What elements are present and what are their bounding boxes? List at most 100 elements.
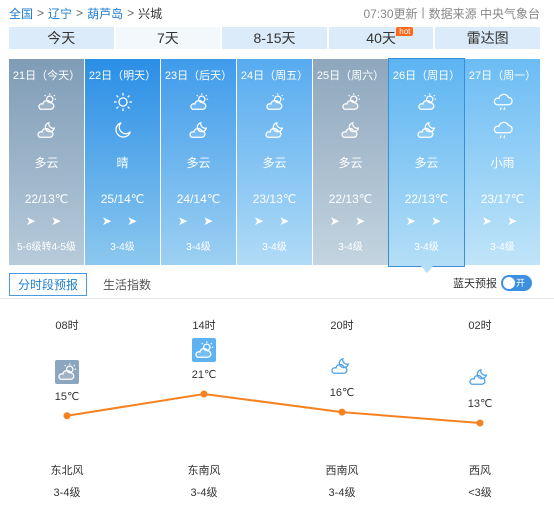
tab-40days[interactable]: 40天 hot — [328, 27, 436, 49]
hour-time: 14时 — [192, 320, 216, 332]
sun-icon — [112, 92, 134, 112]
breadcrumb: 全国 > 辽宁 > 葫芦岛 > 兴城 — [9, 5, 162, 22]
hour-time: 08时 — [55, 320, 79, 332]
day-temperature: 23/13℃ — [252, 192, 297, 206]
day-card[interactable]: 23日（后天） 多云 24/14℃ ➤ ➤ 3-4级 — [161, 59, 236, 265]
partly-cloudy-night-icon — [36, 120, 58, 140]
hour-wind-level: <3级 — [468, 487, 492, 499]
blue-sky-label: 蓝天预报 — [453, 278, 497, 290]
wind-direction-icon: ➤ ➤ — [101, 214, 144, 228]
hour-wind-direction: 西风 — [469, 465, 491, 477]
hour-wind-level: 3-4级 — [328, 487, 356, 499]
sub-tabs: 分时段预报 生活指数 蓝天预报 开 — [9, 272, 540, 296]
day-card[interactable]: 26日（周日） 多云 22/13℃ ➤ ➤ 3-4级 — [388, 58, 465, 273]
breadcrumb-district: 兴城 — [138, 6, 163, 21]
day-condition: 晴 — [116, 156, 129, 170]
data-source: 数据来源 中央气象台 — [428, 6, 540, 21]
tab-hourly-forecast[interactable]: 分时段预报 — [9, 272, 88, 296]
partly-cloudy-night-icon — [340, 120, 362, 140]
update-time: 07:30更新 — [363, 6, 418, 21]
tab-label: 40天 — [366, 30, 396, 46]
day-temperature: 22/13℃ — [328, 192, 373, 206]
temperature-line — [66, 392, 481, 424]
day-condition: 多云 — [338, 156, 363, 170]
temperature-point — [476, 419, 484, 427]
wind-direction-icon: ➤ ➤ — [25, 214, 68, 228]
tab-label: 今天 — [47, 30, 76, 46]
wind-direction-icon: ➤ ➤ — [329, 214, 372, 228]
hour-temperature: 16℃ — [329, 387, 355, 400]
moon-icon — [112, 120, 134, 140]
partly-cloudy-icon — [192, 338, 216, 362]
partly-cloudy-night-icon — [416, 120, 438, 140]
tab-today[interactable]: 今天 — [9, 27, 116, 49]
day-date: 23日（后天） — [164, 70, 233, 82]
tab-7days[interactable]: 7天 — [115, 27, 223, 49]
hour-temperature: 15℃ — [54, 390, 80, 403]
day-condition: 多云 — [34, 156, 59, 170]
hour-wind-level: 3-4级 — [53, 487, 81, 499]
tab-label: 7天 — [156, 30, 179, 46]
breadcrumb-separator: > — [37, 6, 45, 20]
partly-cloudy-icon — [188, 92, 210, 112]
tab-radar[interactable]: 雷达图 — [435, 27, 540, 49]
light-rain-icon — [492, 120, 514, 140]
day-card[interactable]: 25日（周六） 多云 22/13℃ ➤ ➤ 3-4级 — [313, 59, 388, 265]
tab-8-15days[interactable]: 8-15天 — [222, 27, 329, 49]
day-temperature: 23/17℃ — [480, 192, 525, 206]
day-wind-level: 5-6级转4-5级 — [17, 242, 76, 253]
day-wind-level: 3-4级 — [262, 242, 287, 253]
breadcrumb-province-link[interactable]: 辽宁 — [48, 5, 72, 22]
day-wind-level: 3-4级 — [490, 242, 515, 253]
day-card[interactable]: 24日（周五） 多云 23/13℃ ➤ ➤ 3-4级 — [237, 59, 312, 265]
day-wind-level: 3-4级 — [186, 242, 211, 253]
hour-wind-direction: 西南风 — [325, 465, 359, 477]
hour-time: 02时 — [468, 320, 492, 332]
breadcrumb-separator: > — [127, 6, 135, 20]
partly-cloudy-icon — [340, 92, 362, 112]
hour-temperature: 21℃ — [191, 369, 217, 381]
tab-life-index[interactable]: 生活指数 — [95, 274, 159, 295]
day-date: 24日（周五） — [240, 70, 309, 82]
hour-wind-level: 3-4级 — [190, 487, 218, 499]
meta-divider: | — [421, 4, 425, 19]
temperature-point — [63, 412, 71, 420]
hot-badge: hot — [396, 27, 414, 36]
breadcrumb-city-link[interactable]: 葫芦岛 — [87, 5, 123, 22]
forecast-tabs: 今天 7天 8-15天 40天 hot 雷达图 — [9, 27, 540, 49]
toggle-label: 开 — [516, 278, 526, 288]
temperature-point — [338, 408, 346, 416]
tab-label: 8-15天 — [253, 30, 296, 46]
day-wind-level: 3-4级 — [414, 242, 439, 253]
partly-cloudy-icon — [416, 92, 438, 112]
day-card[interactable]: 27日（周一） 小雨 23/17℃ ➤ ➤ 3-4级 — [465, 59, 540, 265]
blue-sky-toggle[interactable]: 开 — [501, 275, 532, 291]
day-temperature: 24/14℃ — [176, 192, 221, 206]
wind-direction-icon: ➤ ➤ — [253, 214, 296, 228]
day-condition: 多云 — [186, 156, 211, 170]
partly-cloudy-icon — [36, 92, 58, 112]
day-card[interactable]: 21日（今天） 多云 22/13℃ ➤ ➤ 5-6级转4-5级 — [9, 59, 84, 265]
partly-cloudy-night-icon — [330, 356, 354, 380]
day-date: 22日（明天） — [88, 70, 157, 82]
wind-direction-icon: ➤ ➤ — [481, 214, 524, 228]
day-condition: 小雨 — [490, 156, 515, 170]
toggle-knob — [503, 277, 515, 289]
partly-cloudy-icon — [264, 92, 286, 112]
day-date: 25日（周六） — [316, 70, 385, 82]
day-date: 27日（周一） — [468, 70, 537, 82]
day-wind-level: 3-4级 — [338, 242, 363, 253]
breadcrumb-country-link[interactable]: 全国 — [9, 5, 33, 22]
top-bar: 全国 > 辽宁 > 葫芦岛 > 兴城 07:30更新 | 数据来源 中央气象台 — [0, 0, 554, 26]
hour-wind-direction: 东北风 — [50, 465, 84, 477]
light-rain-icon — [492, 92, 514, 112]
wind-direction-icon: ➤ ➤ — [405, 214, 448, 228]
tab-label: 雷达图 — [466, 30, 509, 46]
partly-cloudy-night-icon — [264, 120, 286, 140]
day-date: 21日（今天） — [12, 70, 81, 82]
day-card[interactable]: 22日（明天） 晴 25/14℃ ➤ ➤ 3-4级 — [85, 59, 160, 265]
breadcrumb-separator: > — [76, 6, 84, 20]
day-temperature: 22/13℃ — [404, 192, 449, 206]
day-date: 26日（周日） — [392, 70, 461, 82]
day-wind-level: 3-4级 — [110, 242, 135, 253]
